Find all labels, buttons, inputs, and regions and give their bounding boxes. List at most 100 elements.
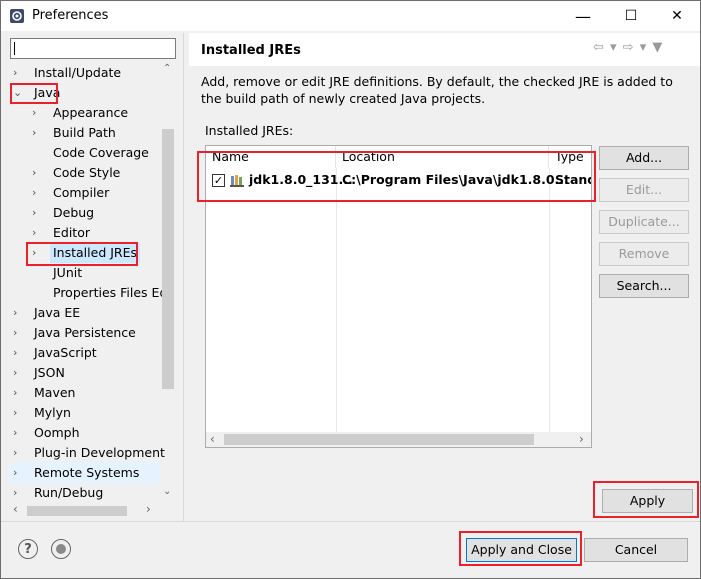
tree-item-label: Editor xyxy=(53,225,90,240)
tree-item-label: Build Path xyxy=(53,125,116,140)
page-title: Installed JREs xyxy=(201,43,301,58)
tree-item[interactable]: › Editor xyxy=(9,223,160,243)
add-button[interactable]: Add... xyxy=(599,146,689,170)
tree-item[interactable]: JUnit xyxy=(9,263,160,283)
apply-and-close-button[interactable]: Apply and Close xyxy=(466,538,577,562)
tree-item-label: Run/Debug xyxy=(34,485,104,500)
tree-item-label: Install/Update xyxy=(34,65,122,80)
tree-item[interactable]: › Java EE xyxy=(9,303,160,323)
filter-input[interactable] xyxy=(10,38,176,59)
checkbox-icon: ✓ xyxy=(213,174,224,187)
chevron-right-icon[interactable]: › xyxy=(13,403,23,423)
tree-item[interactable]: › Remote Systems xyxy=(9,463,160,483)
scroll-down-arrow-icon[interactable]: ⌄ xyxy=(163,486,171,497)
tree-item-label: Appearance xyxy=(53,105,129,120)
cancel-button[interactable]: Cancel xyxy=(584,538,688,562)
maximize-button[interactable]: ☐ xyxy=(608,1,654,31)
chevron-right-icon[interactable]: › xyxy=(13,63,23,83)
chevron-right-icon[interactable]: › xyxy=(13,483,23,503)
chevron-right-icon[interactable] xyxy=(32,263,42,283)
installed-jres-label: Installed JREs: xyxy=(205,123,294,138)
scroll-left-arrow-icon[interactable]: ‹ xyxy=(210,432,215,446)
page-navigation-controls[interactable]: ⇦ ▾ ⇨ ▾ ▼ xyxy=(593,40,663,55)
chevron-right-icon[interactable]: › xyxy=(32,163,42,183)
chevron-right-icon[interactable]: › xyxy=(13,323,23,343)
footer-divider xyxy=(1,521,700,522)
column-divider xyxy=(549,168,550,433)
chevron-right-icon[interactable]: › xyxy=(13,383,23,403)
tree-item[interactable]: › Appearance xyxy=(9,103,160,123)
window-title: Preferences xyxy=(32,8,109,23)
help-icon[interactable]: ? xyxy=(18,539,38,559)
title-bar: Preferences — ☐ ✕ xyxy=(1,1,700,31)
jre-name-cell: jdk1.8.0_131... xyxy=(249,172,353,187)
tree-horizontal-scroll-thumb[interactable] xyxy=(27,506,127,516)
close-button[interactable]: ✕ xyxy=(654,1,700,31)
chevron-right-icon[interactable]: › xyxy=(32,183,42,203)
jre-default-checkbox[interactable]: ✓ xyxy=(212,174,225,187)
scroll-right-arrow-icon[interactable]: › xyxy=(579,432,584,446)
chevron-right-icon[interactable]: › xyxy=(13,303,23,323)
tree-item[interactable]: › Plug-in Development xyxy=(9,443,165,463)
minimize-button[interactable]: — xyxy=(560,1,606,31)
column-header-location[interactable]: Location xyxy=(336,146,549,168)
chevron-right-icon[interactable]: › xyxy=(13,343,23,363)
duplicate-button[interactable]: Duplicate... xyxy=(599,210,689,234)
chevron-right-icon[interactable]: › xyxy=(32,203,42,223)
chevron-right-icon[interactable] xyxy=(32,143,42,163)
tree-item[interactable]: › Run/Debug xyxy=(9,483,160,503)
preference-tree[interactable]: › Install/Update ⌄ Java › Appearance › Build Pa… xyxy=(9,63,177,503)
chevron-down-icon[interactable]: ⌄ xyxy=(13,83,23,103)
chevron-right-icon[interactable]: › xyxy=(13,423,23,443)
tree-item[interactable]: › Java Persistence xyxy=(9,323,160,343)
tree-item[interactable]: › Code Style xyxy=(9,163,160,183)
table-horizontal-scroll-thumb[interactable] xyxy=(224,434,534,445)
tree-item-label: JSON xyxy=(34,365,65,380)
chevron-right-icon[interactable] xyxy=(32,283,42,303)
chevron-right-icon[interactable]: › xyxy=(13,463,23,483)
tree-item[interactable]: Properties Files Ed xyxy=(9,283,167,303)
tree-item[interactable]: Code Coverage xyxy=(9,143,160,163)
remove-button[interactable]: Remove xyxy=(599,242,689,266)
tree-item-label: Mylyn xyxy=(34,405,71,420)
tree-item[interactable]: › Debug xyxy=(9,203,160,223)
apply-button[interactable]: Apply xyxy=(602,489,693,513)
scroll-up-arrow-icon[interactable]: ⌃ xyxy=(163,63,171,74)
chevron-right-icon[interactable]: › xyxy=(13,443,23,463)
tree-vertical-scroll-thumb[interactable] xyxy=(162,129,174,389)
tree-item[interactable]: › Mylyn xyxy=(9,403,160,423)
import-export-icon[interactable] xyxy=(51,539,71,559)
column-divider xyxy=(336,168,337,433)
search-button[interactable]: Search... xyxy=(599,274,689,298)
preferences-window: Preferences — ☐ ✕ › Install/Update ⌄ Java › A… xyxy=(0,0,701,579)
tree-item[interactable]: › Build Path xyxy=(9,123,160,143)
edit-button[interactable]: Edit... xyxy=(599,178,689,202)
jre-location-cell: C:\Program Files\Java\jdk1.8.0... xyxy=(342,172,569,187)
jre-table[interactable]: Name Location Type ✓ jdk1.8.0_131... C:\… xyxy=(205,145,592,448)
tree-item[interactable]: › Compiler xyxy=(9,183,160,203)
jre-library-icon xyxy=(230,175,244,187)
text-caret xyxy=(14,42,15,55)
column-header-type[interactable]: Type xyxy=(549,146,591,168)
tree-item-label: Java xyxy=(34,85,61,100)
tree-item[interactable]: › Installed JREs xyxy=(9,243,160,263)
chevron-right-icon[interactable]: › xyxy=(32,243,42,263)
tree-item[interactable]: › Install/Update xyxy=(9,63,160,83)
panel-sash[interactable] xyxy=(183,33,184,521)
tree-item[interactable]: ⌄ Java xyxy=(9,83,160,103)
column-header-name[interactable]: Name xyxy=(206,146,336,168)
tree-item-label: Java EE xyxy=(34,305,81,320)
table-row[interactable]: ✓ jdk1.8.0_131... C:\Program Files\Java\… xyxy=(206,169,591,191)
scroll-right-arrow-icon[interactable]: › xyxy=(146,502,151,516)
tree-item-label: JUnit xyxy=(53,265,83,280)
scroll-left-arrow-icon[interactable]: ‹ xyxy=(13,502,18,516)
tree-item[interactable]: › JavaScript xyxy=(9,343,160,363)
chevron-right-icon[interactable]: › xyxy=(32,123,42,143)
tree-item[interactable]: › JSON xyxy=(9,363,160,383)
tree-item-label: Java Persistence xyxy=(34,325,136,340)
chevron-right-icon[interactable]: › xyxy=(13,363,23,383)
tree-item[interactable]: › Oomph xyxy=(9,423,160,443)
chevron-right-icon[interactable]: › xyxy=(32,103,42,123)
chevron-right-icon[interactable]: › xyxy=(32,223,42,243)
tree-item[interactable]: › Maven xyxy=(9,383,160,403)
